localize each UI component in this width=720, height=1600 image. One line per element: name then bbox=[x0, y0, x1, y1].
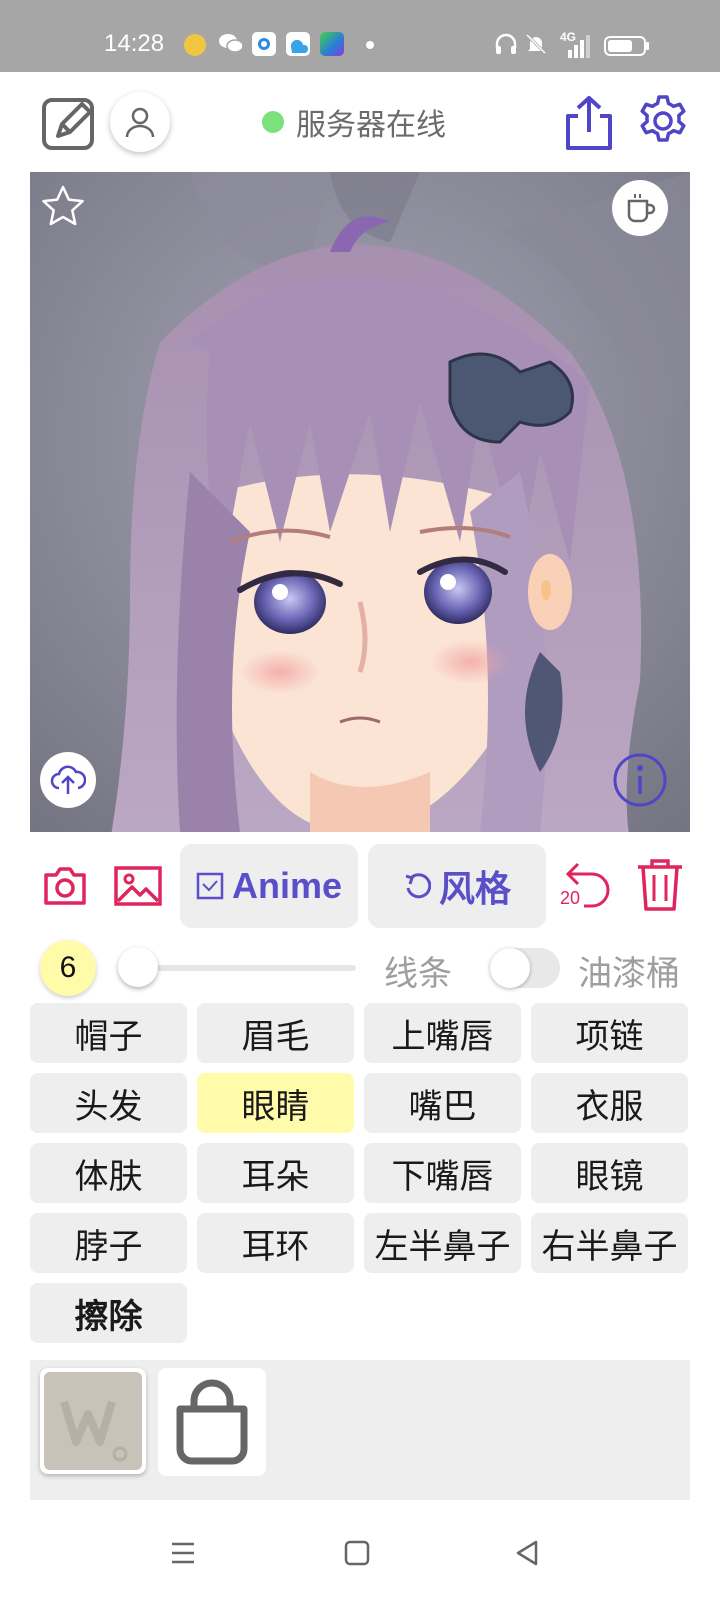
app-root: 14:28 4G 服务器在线 Anime 风格 20 6 线条 油漆桶 帽子 眉… bbox=[0, 0, 720, 1600]
server-status-text: 服务器在线 bbox=[296, 108, 446, 143]
part-button[interactable]: 左半鼻子 bbox=[364, 1213, 521, 1273]
top-bar: 服务器在线 bbox=[0, 72, 720, 172]
part-button[interactable]: 眼镜 bbox=[531, 1143, 688, 1203]
part-button[interactable]: 耳朵 bbox=[197, 1143, 354, 1203]
server-online-indicator bbox=[262, 111, 284, 133]
tool-row: Anime 风格 20 bbox=[0, 844, 720, 928]
part-button[interactable]: 耳环 bbox=[197, 1213, 354, 1273]
cloud-upload-icon bbox=[50, 765, 86, 794]
undo-count: 20 bbox=[560, 888, 581, 908]
settings-button[interactable] bbox=[634, 92, 692, 150]
signal-icon bbox=[564, 34, 592, 62]
cloud-app-icon bbox=[286, 32, 310, 56]
style-label: 风格 bbox=[438, 869, 511, 910]
info-button[interactable] bbox=[612, 752, 668, 808]
style-button[interactable]: 风格 bbox=[368, 844, 546, 928]
line-mode-label: 线条 bbox=[384, 954, 452, 994]
menu-icon bbox=[172, 1542, 194, 1564]
camera-icon bbox=[44, 867, 86, 905]
square-home-icon bbox=[344, 1540, 370, 1566]
part-button[interactable]: 嘴巴 bbox=[364, 1073, 521, 1133]
brush-controls: 6 线条 油漆桶 bbox=[0, 936, 720, 996]
camera-button[interactable] bbox=[40, 862, 90, 910]
part-button[interactable]: 头发 bbox=[30, 1073, 187, 1133]
server-status: 服务器在线 bbox=[262, 104, 446, 143]
coffee-cup-icon bbox=[627, 194, 656, 223]
gallery-button[interactable] bbox=[112, 862, 164, 910]
back-triangle-icon bbox=[516, 1540, 538, 1566]
line-mode-toggle[interactable] bbox=[490, 948, 560, 988]
mute-bell-icon bbox=[524, 32, 548, 60]
user-icon bbox=[125, 107, 155, 138]
brush-size-slider-thumb[interactable] bbox=[118, 947, 158, 987]
part-button[interactable]: 眼睛 bbox=[197, 1073, 354, 1133]
line-mode-toggle-knob bbox=[490, 948, 530, 988]
notification-app-icon bbox=[184, 34, 206, 56]
checkbox-icon bbox=[196, 872, 224, 900]
part-button[interactable]: 上嘴唇 bbox=[364, 1003, 521, 1063]
part-button[interactable]: 右半鼻子 bbox=[531, 1213, 688, 1273]
status-time: 14:28 bbox=[104, 30, 165, 57]
erase-button[interactable]: 擦除 bbox=[30, 1283, 187, 1343]
user-profile-button[interactable] bbox=[110, 92, 170, 152]
part-button[interactable]: 帽子 bbox=[30, 1003, 187, 1063]
gear-icon bbox=[640, 95, 686, 142]
info-icon bbox=[613, 753, 667, 807]
brush-size-badge: 6 bbox=[40, 940, 96, 996]
headphones-icon bbox=[494, 32, 518, 60]
edit-pen-icon bbox=[42, 98, 94, 150]
texture-swatch-selected[interactable] bbox=[40, 1368, 146, 1474]
star-icon bbox=[42, 185, 84, 226]
anime-mode-label: Anime bbox=[231, 865, 343, 906]
upload-button[interactable] bbox=[40, 752, 96, 808]
share-icon bbox=[566, 96, 612, 150]
brush-size-slider[interactable] bbox=[118, 947, 356, 987]
part-button[interactable]: 体肤 bbox=[30, 1143, 187, 1203]
texture-swatch-preview bbox=[44, 1372, 142, 1470]
shop-button[interactable] bbox=[158, 1368, 266, 1476]
wechat-icon bbox=[218, 30, 244, 60]
coffee-donate-button[interactable] bbox=[612, 180, 668, 236]
part-button[interactable]: 眉毛 bbox=[197, 1003, 354, 1063]
texture-palette bbox=[30, 1360, 690, 1500]
anime-image-canvas[interactable] bbox=[30, 172, 690, 832]
bag-icon bbox=[176, 1379, 248, 1465]
anime-portrait-image bbox=[30, 172, 690, 832]
refresh-icon bbox=[405, 873, 431, 899]
browser-app-icon bbox=[252, 32, 276, 56]
anime-mode-button[interactable]: Anime bbox=[180, 844, 358, 928]
part-button[interactable]: 衣服 bbox=[531, 1073, 688, 1133]
video-app-icon bbox=[320, 32, 344, 56]
share-button[interactable] bbox=[562, 92, 616, 154]
edit-button[interactable] bbox=[40, 94, 98, 152]
parts-grid: 帽子 眉毛 上嘴唇 项链头发 眼睛 嘴巴 衣服体肤 耳朵 下嘴唇 眼镜脖子 耳环 左半鼻子 右半鼻子擦除 bbox=[30, 1003, 690, 1343]
paint-bucket-label: 油漆桶 bbox=[578, 954, 680, 994]
favorite-button[interactable] bbox=[40, 184, 86, 230]
trash-icon bbox=[638, 859, 682, 911]
battery-icon bbox=[604, 36, 650, 60]
part-button[interactable]: 下嘴唇 bbox=[364, 1143, 521, 1203]
back-nav-button[interactable] bbox=[512, 1538, 542, 1568]
dot-indicator bbox=[366, 41, 374, 49]
status-bar: 14:28 4G bbox=[0, 0, 720, 72]
part-button[interactable]: 脖子 bbox=[30, 1213, 187, 1273]
system-nav-bar bbox=[0, 1520, 720, 1600]
menu-nav-button[interactable] bbox=[168, 1538, 198, 1568]
part-button[interactable]: 项链 bbox=[531, 1003, 688, 1063]
home-nav-button[interactable] bbox=[342, 1538, 372, 1568]
delete-button[interactable] bbox=[634, 856, 686, 914]
image-icon bbox=[114, 866, 162, 906]
